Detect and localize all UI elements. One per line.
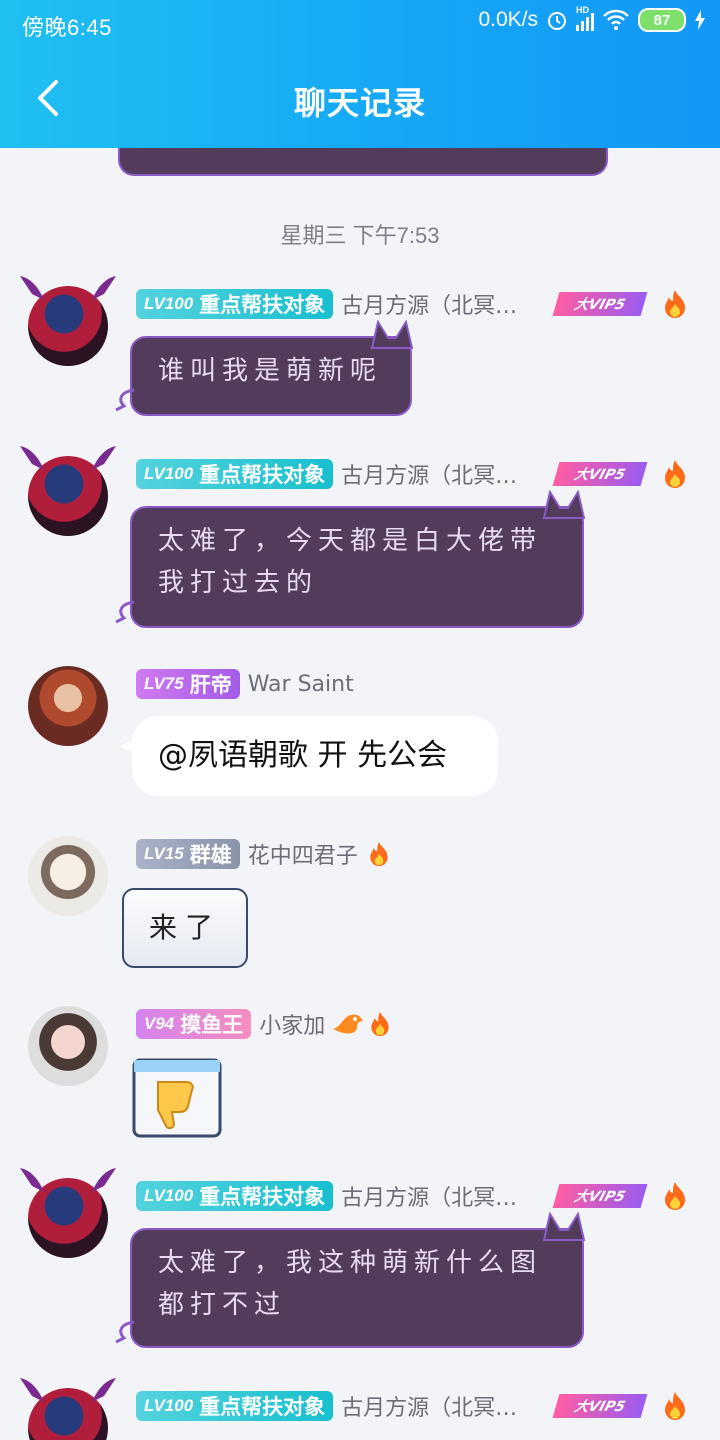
avatar[interactable] [28, 666, 108, 746]
devil-tail-icon [115, 600, 135, 624]
member-badge: LV100 重点帮扶对象 [136, 1181, 334, 1211]
fire-icon [370, 841, 388, 867]
message-bubble[interactable]: 来了 [122, 888, 248, 968]
message-meta: LV100 重点帮扶对象 古月方源（北冥… [136, 288, 517, 320]
partial-message-bubble [118, 148, 608, 176]
devil-tail-icon [115, 1320, 135, 1344]
member-badge: LV100 重点帮扶对象 [136, 289, 334, 319]
devil-decoration-icon [370, 320, 414, 349]
devil-decoration-icon [542, 1212, 586, 1241]
message-meta: LV100 重点帮扶对象 古月方源（北冥… [136, 1390, 517, 1422]
app-header: 傍晚6:45 0.0K/s HD 87 聊天记录 [0, 0, 720, 148]
member-badge: LV100 重点帮扶对象 [136, 1391, 334, 1421]
avatar[interactable] [28, 1006, 108, 1086]
thumbs-down-icon [132, 1058, 222, 1138]
devil-tail-icon [115, 388, 135, 412]
sender-name[interactable]: 古月方源（北冥… [341, 1180, 517, 1212]
chat-timestamp: 星期三 下午7:53 [280, 223, 440, 248]
fire-icon [665, 1182, 685, 1210]
devil-horn-icon [92, 446, 116, 470]
dragon-icon [333, 1014, 364, 1034]
status-icons: 0.0K/s HD 87 [478, 5, 706, 32]
fire-icon [665, 290, 685, 318]
member-badge: LV75 肝帝 [136, 669, 240, 699]
vip-badge: 大VIP5 [552, 462, 648, 486]
sender-name[interactable]: 古月方源（北冥… [341, 1390, 517, 1422]
wifi-icon [603, 9, 629, 30]
status-time: 傍晚6:45 [22, 15, 112, 40]
message-bubble[interactable]: @夙语朝歌 开 先公会 [120, 716, 498, 796]
message-bubble[interactable]: 太难了，我这种萌新什么图 都打不过 [115, 1212, 586, 1348]
thumbs-down-sticker[interactable] [128, 1054, 226, 1138]
sender-name[interactable]: 古月方源（北冥… [341, 288, 517, 320]
devil-horn-icon [20, 1168, 44, 1192]
vip-badge: 大VIP5 [552, 1394, 648, 1418]
devil-horn-icon [20, 446, 44, 470]
page-title: 聊天记录 [293, 84, 426, 122]
message-meta: LV100 重点帮扶对象 古月方源（北冥… [136, 458, 517, 490]
sender-name[interactable]: 小家加 [259, 1008, 325, 1040]
message-bubble[interactable]: 谁叫我是萌新呢 [115, 320, 414, 416]
message-meta: LV15 群雄 花中四君子 [136, 838, 392, 870]
devil-horn-icon [92, 276, 116, 300]
message-bubble[interactable]: 太难了，今天都是白大佬带 我打过去的 [115, 490, 586, 628]
fire-icon [665, 1392, 685, 1420]
devil-decoration-icon [542, 490, 586, 519]
sender-name[interactable]: 花中四君子 [248, 838, 358, 870]
battery-indicator: 87 [638, 8, 686, 32]
signal-icon: HD [576, 5, 594, 31]
network-speed: 0.0K/s [478, 8, 538, 31]
chat-list[interactable]: 星期三 下午7:53 LV100 重点帮扶对象 古月方源（北冥… 大VIP5 谁叫… [0, 148, 720, 1440]
charging-icon [695, 10, 705, 30]
hd-label: HD [576, 5, 589, 15]
devil-horn-icon [20, 276, 44, 300]
alarm-icon [548, 12, 566, 30]
member-badge: V94 摸鱼王 [136, 1009, 252, 1039]
vip-badge: 大VIP5 [552, 292, 648, 316]
member-badge: LV100 重点帮扶对象 [136, 459, 334, 489]
sender-name[interactable]: 古月方源（北冥… [341, 458, 517, 490]
avatar[interactable] [28, 836, 108, 916]
fire-icon [665, 460, 685, 488]
devil-horn-icon [92, 1168, 116, 1192]
member-badge: LV15 群雄 [136, 839, 240, 869]
message-meta: LV100 重点帮扶对象 古月方源（北冥… [136, 1180, 517, 1212]
status-bar: 傍晚6:45 0.0K/s HD 87 [0, 0, 720, 50]
message-meta: V94 摸鱼王 小家加 [136, 1008, 393, 1040]
fire-icon [371, 1011, 389, 1037]
devil-horn-icon [92, 1378, 116, 1402]
devil-horn-icon [20, 1378, 44, 1402]
message-meta: LV75 肝帝 War Saint [136, 668, 354, 700]
vip-badge: 大VIP5 [552, 1184, 648, 1208]
sender-name[interactable]: War Saint [248, 672, 354, 697]
